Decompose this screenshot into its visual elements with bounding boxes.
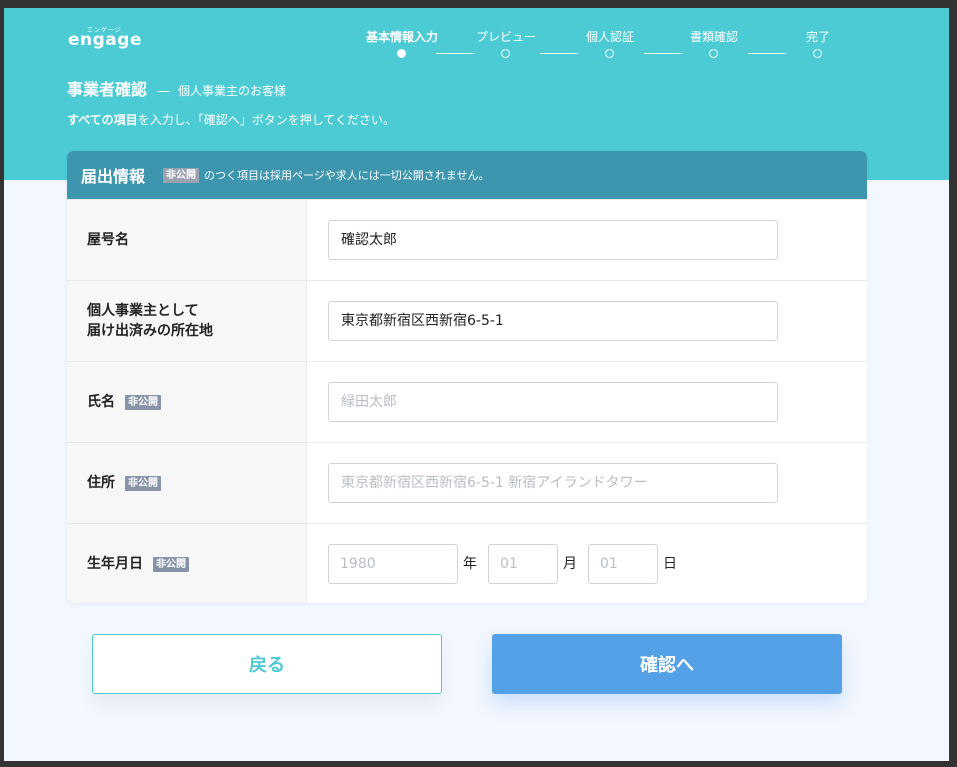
logo-ruby: エンゲージ [87,27,122,34]
birth-day-input[interactable]: 01 [588,544,658,584]
name-input[interactable]: 緑田太郎 [328,382,778,422]
month-unit: 月 [563,556,577,572]
private-badge: 非公開 [125,394,161,410]
step-connector [644,53,682,54]
back-button[interactable]: 戻る [92,634,442,694]
step-documents: 書類確認 [689,30,738,44]
step-connector [540,53,578,54]
private-badge: 非公開 [125,475,161,491]
step-dot-active [397,49,406,58]
private-badge: 非公開 [163,167,200,183]
birth-month-input[interactable]: 01 [488,544,558,584]
page-frame: エンゲージ engage 基本情報入力 プレビュー 個人認証 書類確認 完了 事… [4,8,949,761]
form-row-name: 氏名 非公開 緑田太郎 [67,361,867,442]
form-row-birthdate: 生年月日 非公開 1980 年 01 月 01 日 [67,523,867,603]
trade-name-input[interactable]: 確認太郎 [328,220,778,260]
private-note: のつく項目は採用ページや求人には一切公開されません。 [204,169,490,182]
day-unit: 日 [663,556,677,572]
label-text: 生年月日 [87,556,143,572]
confirm-button[interactable]: 確認へ [492,634,842,694]
step-preview: プレビュー [475,30,536,44]
row-label: 個人事業主として 届け出済みの所在地 [67,281,307,361]
row-label: 氏名 非公開 [67,362,307,442]
page-subtitle: 個人事業主のお客様 [178,84,287,98]
form-row-address: 住所 非公開 東京都新宿区西新宿6-5-1 新宿アイランドタワー [67,442,867,523]
step-dot [605,49,614,58]
instruction-bold: すべての項目 [67,113,138,127]
step-identity: 個人認証 [585,30,634,44]
year-unit: 年 [463,556,477,572]
registered-address-input[interactable]: 東京都新宿区西新宿6-5-1 [328,301,778,341]
row-label: 屋号名 [67,200,307,280]
form-row-trade-name: 屋号名 確認太郎 [67,199,867,280]
step-complete: 完了 [805,30,830,44]
label-text: 屋号名 [87,232,129,248]
engage-logo[interactable]: エンゲージ engage [68,27,142,50]
step-dot [709,49,718,58]
private-badge: 非公開 [153,556,189,572]
form-card-header: 届出情報 非公開 のつく項目は採用ページや求人には一切公開されません。 [67,151,867,199]
instruction-rest: を入力し、「確認へ」ボタンを押してください。 [137,113,395,127]
step-dot [813,49,822,58]
step-connector [436,53,474,54]
instruction-text: すべての項目を入力し、「確認へ」ボタンを押してください。 [67,111,395,128]
page-title: 事業者確認 — 個人事業主のお客様 [67,76,286,100]
step-connector [748,53,786,54]
row-label: 住所 非公開 [67,443,307,523]
label-text: 住所 [87,475,115,491]
label-text: 個人事業主として [87,303,199,319]
step-basic-info: 基本情報入力 [365,30,438,44]
step-dot [501,49,510,58]
address-input[interactable]: 東京都新宿区西新宿6-5-1 新宿アイランドタワー [328,463,778,503]
title-dash: — [157,84,171,99]
label-text: 氏名 [87,394,115,410]
page-title-text: 事業者確認 [67,80,148,99]
form-row-registered-address: 個人事業主として 届け出済みの所在地 東京都新宿区西新宿6-5-1 [67,280,867,361]
form-heading: 届出情報 [81,167,146,186]
row-label: 生年月日 非公開 [67,524,307,603]
birth-year-input[interactable]: 1980 [328,544,458,584]
label-text: 届け出済みの所在地 [87,323,213,339]
form-card: 届出情報 非公開 のつく項目は採用ページや求人には一切公開されません。 屋号名 … [67,151,867,603]
